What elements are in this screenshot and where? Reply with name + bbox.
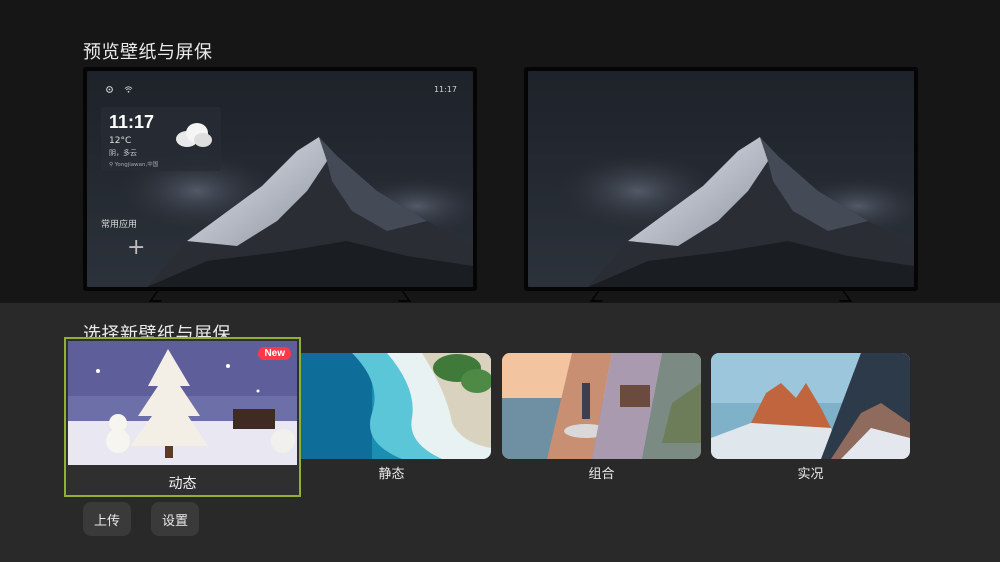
wallpaper-card-live[interactable] [711,353,910,459]
tv-preview-home: 11:17 11:17 12°C 阴，多云 ⚲ Yongjiawan,中国 常用… [83,67,477,302]
widget-location: ⚲ Yongjiawan,中国 [109,160,213,168]
dynamic-thumbnail-frame: New [68,341,297,465]
weather-widget[interactable]: 11:17 12°C 阴，多云 ⚲ Yongjiawan,中国 [101,107,221,171]
wallpaper-card-combo[interactable] [502,353,701,459]
preview-area: 预览壁纸与屏保 11:17 11:17 12°C 阴，多云 ⚲ Yongjiaw… [0,0,1000,303]
plus-icon[interactable]: + [127,237,145,259]
tv-stand-left [589,290,611,302]
live-thumbnail [711,353,910,459]
tv-stand-right [390,290,412,302]
tv-screen [528,71,914,287]
status-clock: 11:17 [433,85,457,94]
wallpaper-card-static[interactable] [292,353,491,459]
tv-preview-screensaver [524,67,918,302]
wifi-icon [124,86,133,93]
settings-button[interactable]: 设置 [151,502,199,536]
widget-location-text: Yongjiawan,中国 [114,162,159,168]
upload-button[interactable]: 上传 [83,502,131,536]
card-label-dynamic: 动态 [168,476,197,492]
new-badge: New [258,347,291,360]
card-label-live: 实况 [797,467,824,482]
status-bar [105,85,133,94]
widget-condition: 阴，多云 [109,149,137,157]
tv-stand-right [831,290,853,302]
card-label-combo: 组合 [588,467,615,482]
preview-title: 预览壁纸与屏保 [83,42,213,63]
tv-stand-left [148,290,170,302]
mountain-wallpaper [528,71,914,287]
location-pin-icon: ⚲ [109,162,114,168]
card-label-static: 静态 [378,467,405,482]
combo-thumbnail [502,353,701,459]
wallpaper-card-dynamic[interactable]: New 动态 [64,337,301,497]
tv-screen: 11:17 11:17 12°C 阴，多云 ⚲ Yongjiawan,中国 常用… [87,71,473,287]
settings-icon[interactable] [105,85,114,94]
cloud-icon [176,123,212,147]
ocean-thumbnail [292,353,491,459]
frequent-apps-label: 常用应用 [101,220,138,230]
